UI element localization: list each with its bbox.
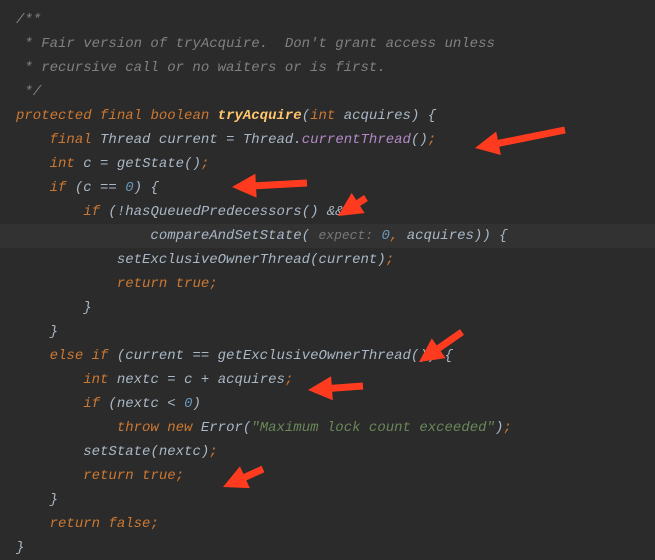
call-currentThread: currentThread bbox=[302, 132, 411, 148]
kw-if: if bbox=[92, 348, 109, 364]
var-nextc: nextc bbox=[117, 372, 159, 388]
call-setExclusiveOwnerThread: setExclusiveOwnerThread bbox=[117, 252, 310, 268]
var-current: current bbox=[159, 132, 218, 148]
kw-return: return bbox=[117, 276, 167, 292]
comment-line: * Fair version of tryAcquire. Don't gran… bbox=[16, 36, 495, 52]
call-getState: getState bbox=[117, 156, 184, 172]
param-hint-expect: expect: bbox=[318, 228, 373, 243]
call-compareAndSetState: compareAndSetState bbox=[150, 228, 301, 244]
arg-acquires: acquires bbox=[407, 228, 474, 244]
kw-false: false bbox=[108, 516, 150, 532]
kw-int: int bbox=[83, 372, 108, 388]
num-zero: 0 bbox=[381, 228, 389, 244]
kw-if: if bbox=[50, 180, 67, 196]
kw-boolean: boolean bbox=[150, 108, 209, 124]
param-acquires: acquires bbox=[344, 108, 411, 124]
kw-int: int bbox=[50, 156, 75, 172]
method-name: tryAcquire bbox=[218, 108, 302, 124]
kw-else: else bbox=[50, 348, 84, 364]
type-error: Error bbox=[201, 420, 243, 436]
kw-throw: throw bbox=[117, 420, 159, 436]
op-and: && bbox=[327, 204, 344, 220]
num-zero: 0 bbox=[184, 396, 192, 412]
kw-return: return bbox=[50, 516, 100, 532]
kw-if: if bbox=[83, 396, 100, 412]
class-thread: Thread bbox=[243, 132, 293, 148]
var-c: c bbox=[83, 156, 91, 172]
var-acquires: acquires bbox=[218, 372, 285, 388]
kw-true: true bbox=[176, 276, 210, 292]
kw-return: return bbox=[83, 468, 133, 484]
kw-final: final bbox=[50, 132, 92, 148]
num-zero: 0 bbox=[125, 180, 133, 196]
call-setState: setState bbox=[83, 444, 150, 460]
comment-line: /** bbox=[16, 12, 41, 28]
op-lt: < bbox=[167, 396, 175, 412]
type-thread: Thread bbox=[100, 132, 150, 148]
call-hasQueued: hasQueuedPredecessors bbox=[125, 204, 301, 220]
kw-if: if bbox=[83, 204, 100, 220]
kw-final: final bbox=[100, 108, 142, 124]
kw-true: true bbox=[142, 468, 176, 484]
call-getExclusiveOwnerThread: getExclusiveOwnerThread bbox=[218, 348, 411, 364]
comment-line: */ bbox=[16, 84, 41, 100]
kw-protected: protected bbox=[16, 108, 92, 124]
code-block: /** * Fair version of tryAcquire. Don't … bbox=[0, 8, 655, 560]
string-literal: "Maximum lock count exceeded" bbox=[251, 420, 495, 436]
kw-int: int bbox=[310, 108, 335, 124]
kw-new: new bbox=[167, 420, 192, 436]
comment-line: * recursive call or no waiters or is fir… bbox=[16, 60, 386, 76]
op-plus: + bbox=[201, 372, 209, 388]
